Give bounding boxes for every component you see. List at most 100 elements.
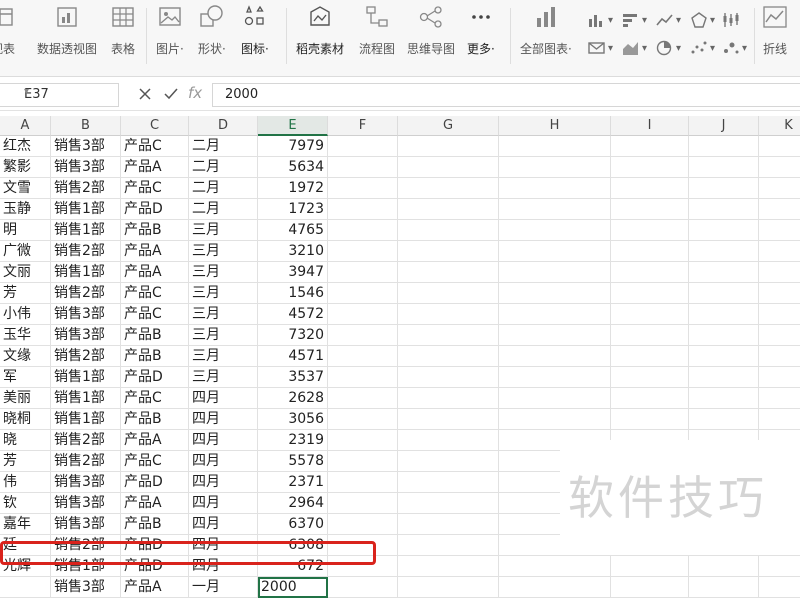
cancel-icon[interactable] [138,86,152,105]
cell-h[interactable] [499,178,611,199]
cell-b[interactable]: 销售1部 [51,388,121,409]
stock-chart-dropdown[interactable] [722,12,740,28]
cell-k[interactable] [759,556,800,577]
cell-f[interactable] [328,178,398,199]
cell-g[interactable] [398,304,499,325]
cell-c[interactable]: 产品D [121,472,189,493]
cell-g[interactable] [398,367,499,388]
cell-b[interactable]: 销售2部 [51,283,121,304]
cell-f[interactable] [328,535,398,556]
cell-c[interactable]: 产品B [121,514,189,535]
cell-a[interactable]: 军 [0,367,51,388]
cell-k[interactable] [759,346,800,367]
cell-e[interactable]: 2319 [258,430,328,451]
cell-a[interactable]: 文雪 [0,178,51,199]
cell-c[interactable]: 产品D [121,367,189,388]
cell-f[interactable] [328,220,398,241]
cell-j[interactable] [689,325,759,346]
mind-map-button[interactable]: 思维导图 [407,4,455,57]
cell-h[interactable] [499,199,611,220]
cell-g[interactable] [398,388,499,409]
cell-g[interactable] [398,178,499,199]
cell-d[interactable]: 四月 [189,493,258,514]
cell-d[interactable]: 三月 [189,346,258,367]
cell-f[interactable] [328,304,398,325]
cell-c[interactable]: 产品B [121,409,189,430]
cell-f[interactable] [328,514,398,535]
cell-k[interactable] [759,136,800,157]
cell-g[interactable] [398,514,499,535]
cell-b[interactable]: 销售2部 [51,535,121,556]
cell-d[interactable]: 三月 [189,262,258,283]
cell-c[interactable]: 产品D [121,556,189,577]
cell-c[interactable]: 产品B [121,220,189,241]
cell-g[interactable] [398,451,499,472]
cell-g[interactable] [398,262,499,283]
cell-d[interactable]: 三月 [189,241,258,262]
cell-e[interactable]: 1546 [258,283,328,304]
cell-k[interactable] [759,220,800,241]
cell-f[interactable] [328,451,398,472]
cell-k[interactable] [759,325,800,346]
cell-h[interactable] [499,136,611,157]
cell-g[interactable] [398,346,499,367]
cell-h[interactable] [499,388,611,409]
cell-e[interactable]: 1723 [258,199,328,220]
cell-f[interactable] [328,157,398,178]
cell-e[interactable]: 4571 [258,346,328,367]
cell-j[interactable] [689,556,759,577]
cell-k[interactable] [759,367,800,388]
cell-e[interactable]: 3056 [258,409,328,430]
cell-c[interactable]: 产品C [121,136,189,157]
chevron-down-icon[interactable]: ▾ [24,86,114,97]
cell-e[interactable]: 4765 [258,220,328,241]
cell-g[interactable] [398,157,499,178]
picture-button[interactable]: 图片· [156,4,184,57]
cell-a[interactable]: 嘉年 [0,514,51,535]
cell-h[interactable] [499,241,611,262]
cell-g[interactable] [398,535,499,556]
cell-g[interactable] [398,556,499,577]
cell-j[interactable] [689,367,759,388]
cell-a[interactable]: 钦 [0,493,51,514]
cell-h[interactable] [499,220,611,241]
flowchart-button[interactable]: 流程图 [359,4,395,57]
cell-j[interactable] [689,304,759,325]
cell-f[interactable] [328,388,398,409]
active-cell-e37[interactable]: 2000 [258,577,328,598]
cell-k[interactable] [759,283,800,304]
cell-c[interactable]: 产品C [121,451,189,472]
cell-e[interactable]: 5578 [258,451,328,472]
cell-k[interactable] [759,577,800,598]
function-fx-icon[interactable]: fx [188,84,202,102]
cell-b[interactable]: 销售3部 [51,472,121,493]
cell-k[interactable] [759,409,800,430]
cell-k[interactable] [759,304,800,325]
cell-c[interactable]: 产品D [121,199,189,220]
cell-b[interactable]: 销售2部 [51,346,121,367]
cell-e[interactable]: 3537 [258,367,328,388]
formula-input[interactable]: 2000 [212,83,800,107]
cell-f[interactable] [328,472,398,493]
cell-b[interactable]: 销售1部 [51,409,121,430]
cell-f[interactable] [328,262,398,283]
cell-h[interactable] [499,304,611,325]
cell-d[interactable]: 二月 [189,136,258,157]
cell-g[interactable] [398,241,499,262]
cell-g[interactable] [398,199,499,220]
cell-j[interactable] [689,577,759,598]
more-button[interactable]: 更多· [467,4,495,57]
cell-h[interactable] [499,262,611,283]
cell-c[interactable]: 产品C [121,178,189,199]
cell-j[interactable] [689,262,759,283]
cell-d[interactable]: 三月 [189,283,258,304]
cell-g[interactable] [398,136,499,157]
column-header-g[interactable]: G [398,116,499,136]
cell-a[interactable]: 广微 [0,241,51,262]
cell-c[interactable]: 产品A [121,241,189,262]
icon-button[interactable]: 图标· [241,4,269,57]
cell-d[interactable]: 四月 [189,409,258,430]
cell-a[interactable]: 红杰 [0,136,51,157]
cell-b[interactable]: 销售3部 [51,304,121,325]
cell-d[interactable]: 一月 [189,577,258,598]
